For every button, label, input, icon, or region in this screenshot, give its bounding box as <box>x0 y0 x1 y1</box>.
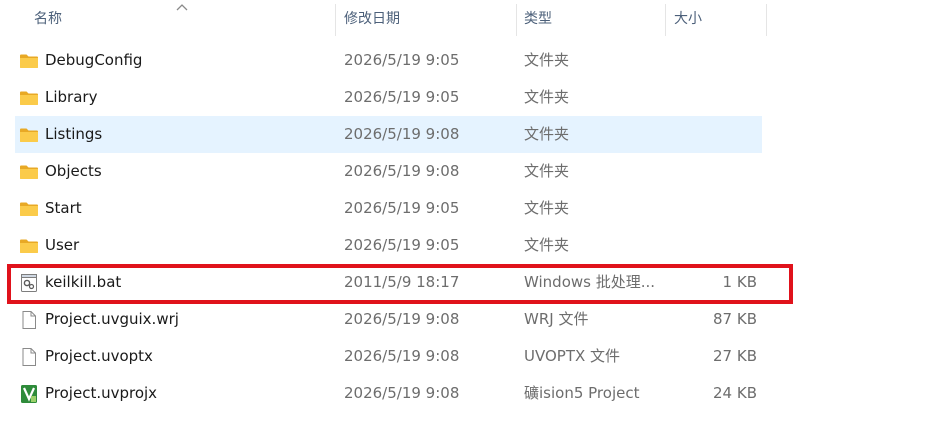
file-size: 24 KB <box>713 384 757 402</box>
file-name: Project.uvguix.wrj <box>45 310 179 328</box>
file-size <box>667 190 757 227</box>
highlight-annotation <box>7 264 793 304</box>
file-size <box>667 227 757 264</box>
file-name: Objects <box>45 162 102 180</box>
file-type: 文件夹 <box>524 125 570 143</box>
file-size: 27 KB <box>713 347 757 365</box>
modified-date: 2026/5/19 9:08 <box>344 125 460 143</box>
column-divider[interactable] <box>335 4 336 36</box>
file-type: 文件夹 <box>524 88 570 106</box>
file-name: DebugConfig <box>45 51 143 69</box>
file-type: 文件夹 <box>524 199 570 217</box>
file-row[interactable]: DebugConfig 2026/5/19 9:05 文件夹 <box>15 42 762 79</box>
chevron-up-icon <box>176 4 188 11</box>
modified-date: 2026/5/19 9:08 <box>344 347 460 365</box>
file-size <box>667 153 757 190</box>
file-name: Project.uvprojx <box>45 384 158 402</box>
column-header-type[interactable]: 类型 <box>524 0 552 38</box>
file-size <box>667 42 757 79</box>
column-header-date[interactable]: 修改日期 <box>344 0 400 38</box>
file-row[interactable]: Objects 2026/5/19 9:08 文件夹 <box>15 153 762 190</box>
file-type: 礦ision5 Project <box>524 384 640 402</box>
file-name: Listings <box>45 125 103 143</box>
file-name: Project.uvoptx <box>45 347 153 365</box>
file-type: WRJ 文件 <box>524 310 589 328</box>
modified-date: 2026/5/19 9:05 <box>344 88 460 106</box>
file-name: Library <box>45 88 98 106</box>
file-type: 文件夹 <box>524 51 570 69</box>
file-row[interactable]: Project.uvprojx 2026/5/19 9:08 礦ision5 Pro… <box>15 375 762 412</box>
file-type: 文件夹 <box>524 162 570 180</box>
column-divider[interactable] <box>665 4 666 36</box>
file-row[interactable]: Project.uvguix.wrj 2026/5/19 9:08 WRJ 文件 87… <box>15 301 762 338</box>
file-size <box>667 79 757 116</box>
file-row[interactable]: Start 2026/5/19 9:05 文件夹 <box>15 190 762 227</box>
file-row[interactable]: User 2026/5/19 9:05 文件夹 <box>15 227 762 264</box>
modified-date: 2026/5/19 9:08 <box>344 162 460 180</box>
column-divider[interactable] <box>766 4 767 36</box>
file-type: 文件夹 <box>524 236 570 254</box>
file-size <box>667 116 757 153</box>
file-size: 87 KB <box>713 310 757 328</box>
file-row[interactable]: Listings 2026/5/19 9:08 文件夹 <box>15 116 762 153</box>
column-header-bar: 名称 修改日期 类型 大小 <box>0 0 927 38</box>
modified-date: 2026/5/19 9:05 <box>344 51 460 69</box>
column-header-size[interactable]: 大小 <box>674 0 702 38</box>
file-row[interactable]: Library 2026/5/19 9:05 文件夹 <box>15 79 762 116</box>
file-name: User <box>45 236 80 254</box>
file-name: Start <box>45 199 82 217</box>
column-divider[interactable] <box>516 4 517 36</box>
modified-date: 2026/5/19 9:08 <box>344 310 460 328</box>
modified-date: 2026/5/19 9:05 <box>344 199 460 217</box>
column-header-name[interactable]: 名称 <box>34 0 62 38</box>
file-type: UVOPTX 文件 <box>524 347 621 365</box>
file-row[interactable]: Project.uvoptx 2026/5/19 9:08 UVOPTX 文件 27 … <box>15 338 762 375</box>
modified-date: 2026/5/19 9:08 <box>344 384 460 402</box>
modified-date: 2026/5/19 9:05 <box>344 236 460 254</box>
